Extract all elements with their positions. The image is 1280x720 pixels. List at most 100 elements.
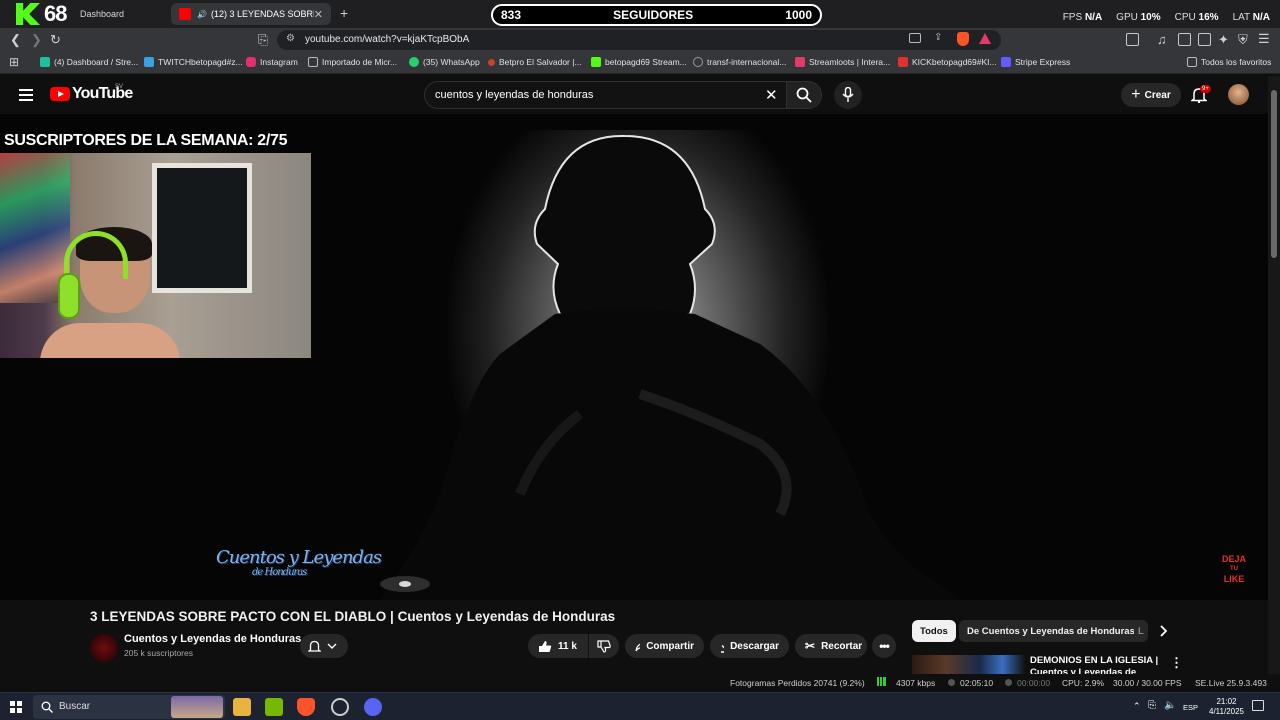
forward-arrow-icon[interactable]: ❯ bbox=[31, 32, 42, 48]
like-button[interactable]: 11 k bbox=[528, 634, 588, 658]
brave-browser-icon[interactable] bbox=[297, 698, 315, 716]
youtube-logo-text[interactable]: YouTube bbox=[72, 85, 133, 103]
taskbar-search-box[interactable]: Buscar bbox=[33, 695, 225, 719]
discord-icon[interactable] bbox=[364, 698, 382, 716]
obs-icon[interactable] bbox=[331, 698, 349, 716]
speaker-icon: 🔊 bbox=[197, 9, 207, 19]
bookmark-folder[interactable]: Importado de Micr... bbox=[308, 57, 397, 67]
create-button[interactable]: + Crear bbox=[1121, 83, 1181, 107]
new-tab-button[interactable]: + bbox=[340, 5, 348, 21]
followers-label: SEGUIDORES bbox=[613, 8, 694, 22]
nvidia-icon[interactable] bbox=[265, 698, 283, 716]
reload-icon[interactable]: ↻ bbox=[50, 32, 61, 48]
subscription-bell-button[interactable] bbox=[300, 634, 348, 658]
recommended-video-thumbnail[interactable] bbox=[912, 655, 1025, 675]
file-explorer-icon[interactable] bbox=[233, 698, 251, 716]
back-arrow-icon[interactable]: ❮ bbox=[10, 32, 21, 48]
bookmark-favicon-icon bbox=[795, 57, 805, 67]
thumbs-down-icon bbox=[597, 639, 611, 653]
share-button[interactable]: Compartir bbox=[625, 634, 704, 658]
vpn-icon[interactable]: ⛨ bbox=[1238, 32, 1248, 48]
bookmark-favicon-icon bbox=[898, 57, 908, 67]
search-button[interactable] bbox=[786, 81, 822, 109]
brave-rewards-icon[interactable] bbox=[979, 33, 991, 44]
tab-close-icon[interactable]: ✕ bbox=[314, 8, 323, 21]
extensions-icon[interactable]: ✦ bbox=[1218, 32, 1229, 48]
bookmark-item[interactable]: betopagd69 Stream... bbox=[591, 57, 687, 67]
bookmark-item[interactable]: TWITCHbetopagd#z... bbox=[144, 57, 243, 67]
wallet-icon[interactable] bbox=[1126, 33, 1139, 46]
network-icon[interactable]: ⎘ bbox=[1148, 700, 1156, 711]
browser-toolbar: ❮ ❯ ↻ ⎘ ⚙ youtube.com/watch?v=kjaKTcpBOb… bbox=[0, 28, 1280, 52]
apps-grid-icon[interactable]: ⊞ bbox=[9, 55, 19, 69]
more-horizontal-icon: ••• bbox=[879, 639, 890, 653]
youtube-logo-icon[interactable] bbox=[50, 87, 70, 101]
channel-name[interactable]: Cuentos y Leyendas de Honduras bbox=[124, 633, 301, 645]
bookmark-item[interactable]: (4) Dashboard / Stre... bbox=[40, 57, 138, 67]
bookmark-item[interactable]: Streamloots | Intera... bbox=[795, 57, 890, 67]
tab-dashboard[interactable]: Dashboard bbox=[72, 3, 167, 25]
subscribers-of-week-overlay: SUSCRIPTORES DE LA SEMANA: 2/75 bbox=[4, 132, 288, 149]
chip-from-channel[interactable]: De Cuentos y Leyendas de Honduras bbox=[959, 620, 1143, 642]
video-player[interactable]: SUSCRIPTORES DE LA SEMANA: 2/75 Cuentos … bbox=[0, 114, 1268, 600]
bookmark-item[interactable]: KICKbetopagd69#KI... bbox=[898, 57, 997, 67]
url-text: youtube.com/watch?v=kjaKTcpBObA bbox=[305, 34, 470, 45]
taskbar-search-placeholder: Buscar bbox=[59, 701, 91, 712]
overlay-counter: 68 bbox=[44, 1, 68, 26]
cast-icon[interactable] bbox=[909, 33, 921, 43]
download-button[interactable]: Descargar bbox=[710, 634, 789, 658]
bookmark-favicon-icon bbox=[591, 57, 601, 67]
menu-icon[interactable]: ☰ bbox=[1258, 31, 1270, 47]
leo-icon[interactable] bbox=[1198, 33, 1211, 46]
search-input-value: cuentos y leyendas de honduras bbox=[435, 89, 594, 101]
share-icon[interactable]: ⇪ bbox=[934, 32, 942, 43]
sidebar-icon[interactable] bbox=[1178, 33, 1191, 46]
bookmark-item[interactable]: Betpro El Salvador |... bbox=[488, 57, 582, 67]
tab-youtube-video[interactable]: 🔊 (12) 3 LEYENDAS SOBRE PAC ✕ bbox=[171, 3, 331, 25]
bookmark-item[interactable]: (35) WhatsApp bbox=[409, 57, 480, 67]
more-vertical-icon[interactable]: ⋮ bbox=[1170, 655, 1183, 671]
user-avatar[interactable] bbox=[1228, 84, 1249, 105]
notification-center-icon[interactable] bbox=[1252, 700, 1264, 711]
brave-shield-icon[interactable] bbox=[957, 32, 969, 46]
like-reminder-badge: DEJA TU LIKE bbox=[1222, 554, 1247, 584]
page-scrollbar[interactable] bbox=[1268, 76, 1280, 676]
bookmark-item[interactable]: Instagram bbox=[246, 57, 298, 67]
channel-subscriber-count: 205 k suscriptores bbox=[124, 648, 193, 658]
scrollbar-thumb[interactable] bbox=[1271, 90, 1277, 258]
clock[interactable]: 21:02 4/11/2025 bbox=[1209, 697, 1244, 717]
language-indicator[interactable]: ESP bbox=[1183, 703, 1198, 712]
search-input[interactable]: cuentos y leyendas de honduras ✕ bbox=[424, 81, 786, 109]
bookmark-item[interactable]: transf-internacional... bbox=[693, 57, 786, 67]
media-icon[interactable]: ♫ bbox=[1157, 32, 1167, 47]
chevron-up-icon[interactable]: ⌃ bbox=[1133, 701, 1141, 712]
hamburger-menu-icon[interactable] bbox=[19, 89, 33, 101]
address-bar[interactable]: ⚙ youtube.com/watch?v=kjaKTcpBObA ⇪ bbox=[277, 30, 1001, 50]
bookmark-favicon-icon bbox=[488, 58, 495, 66]
search-icon bbox=[41, 701, 53, 713]
chip-next[interactable]: L bbox=[1134, 620, 1148, 642]
windows-start-icon[interactable] bbox=[10, 701, 22, 713]
bookmark-icon[interactable]: ⎘ bbox=[258, 32, 268, 48]
all-bookmarks-folder[interactable]: Todos los favoritos bbox=[1187, 57, 1271, 67]
share-label: Compartir bbox=[646, 640, 694, 652]
more-actions-button[interactable]: ••• bbox=[872, 634, 896, 658]
recommended-video-title[interactable]: DEMONIOS EN LA IGLESIA | Cuentos y Leyen… bbox=[1030, 655, 1160, 675]
chevron-right-icon[interactable] bbox=[1159, 625, 1169, 637]
voice-search-button[interactable] bbox=[834, 81, 862, 109]
followers-goal: 1000 bbox=[785, 8, 812, 22]
chip-all[interactable]: Todos bbox=[912, 620, 956, 642]
channel-avatar[interactable] bbox=[90, 634, 118, 662]
dislike-button[interactable] bbox=[589, 634, 619, 658]
record-dot-icon bbox=[1005, 679, 1012, 686]
dropped-frames: Fotogramas Perdidos 20741 (9.2%) bbox=[730, 678, 865, 688]
stream-status-bar: Fotogramas Perdidos 20741 (9.2%) 4307 kb… bbox=[0, 674, 1280, 692]
create-label: Crear bbox=[1144, 89, 1171, 101]
channel-watermark-logo: Cuentos y Leyendas de Honduras bbox=[216, 547, 382, 579]
bookmark-item[interactable]: Stripe Express bbox=[1001, 57, 1070, 67]
site-info-icon[interactable]: ⚙ bbox=[286, 33, 295, 44]
clip-button[interactable]: ✂ Recortar bbox=[795, 634, 867, 658]
plus-icon: + bbox=[1131, 86, 1141, 103]
clear-search-icon[interactable]: ✕ bbox=[765, 86, 778, 104]
volume-icon[interactable]: 🔈 bbox=[1164, 700, 1176, 711]
